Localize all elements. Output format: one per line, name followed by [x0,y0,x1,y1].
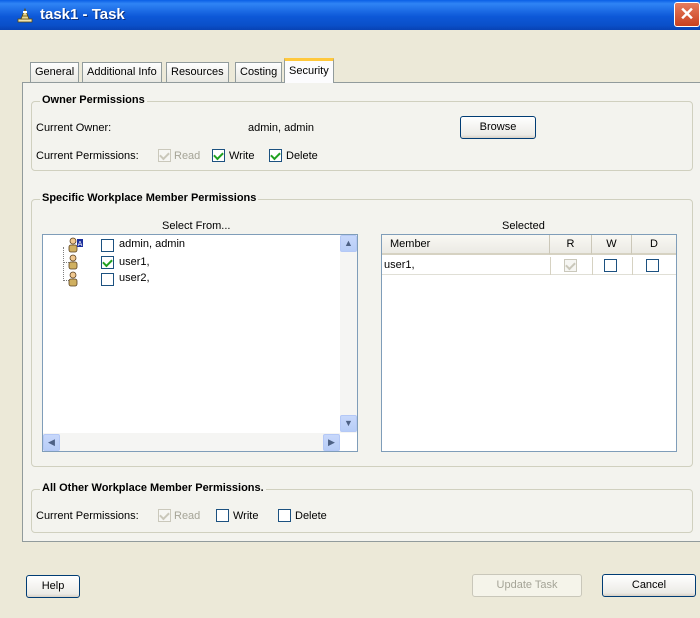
close-icon: ✕ [679,4,695,24]
horizontal-scrollbar[interactable] [43,433,340,451]
scroll-up-button[interactable]: ▲ [340,235,357,252]
tab-label: Additional Info [87,66,157,78]
member-checkbox-admin[interactable] [101,239,114,252]
column-header-delete[interactable]: D [632,235,676,255]
column-header-member[interactable]: Member [382,235,550,255]
vertical-scrollbar[interactable] [340,235,357,433]
browse-button[interactable]: Browse [460,116,536,139]
column-header-read[interactable]: R [550,235,592,255]
tab-general[interactable]: General [30,62,80,82]
other-delete-label: Delete [295,510,327,522]
tab-label: Security [289,65,329,77]
other-write-label: Write [233,510,259,522]
header-label: R [566,238,575,250]
permissions-label: Current Permissions: [36,510,139,522]
chevron-up-icon: ▲ [344,238,353,248]
group-title: All Other Workplace Member Permissions. [40,482,266,494]
close-button[interactable]: ✕ [674,2,700,27]
header-label: Member [390,238,431,250]
permissions-label: Current Permissions: [36,150,139,162]
button-label: Browse [479,121,517,133]
button-label: Cancel [631,579,667,591]
tab-costing[interactable]: Costing [235,62,283,82]
current-owner-label: Current Owner: [36,122,112,134]
owner-write-label: Write [229,150,255,162]
table-cell-member: user1, [384,259,415,271]
column-header-write[interactable]: W [592,235,632,255]
owner-read-checkbox[interactable] [158,149,171,162]
selected-table[interactable]: Member R W D user1, [381,234,677,452]
header-label: D [650,238,658,250]
row-write-checkbox[interactable] [604,259,617,272]
window-title: task1 - Task [40,6,125,23]
header-label: W [606,238,617,250]
scroll-right-button[interactable]: ▶ [323,434,340,451]
table-row[interactable]: user1, [382,257,676,275]
chevron-down-icon: ▼ [344,418,353,428]
scroll-down-button[interactable]: ▼ [340,415,357,432]
task-icon [17,7,33,23]
button-label: Update Task [496,579,558,591]
update-task-button[interactable]: Update Task [472,574,582,597]
other-write-checkbox[interactable] [216,509,229,522]
current-owner-value: admin, admin [248,122,315,134]
tab-resources[interactable]: Resources [166,62,229,82]
member-name: user1, [119,256,150,268]
tab-additional-info[interactable]: Additional Info [82,62,162,82]
security-panel: Owner Permissions Current Owner: admin, … [22,82,700,542]
owner-delete-label: Delete [286,150,318,162]
tab-label: General [35,66,75,78]
cancel-button[interactable]: Cancel [602,574,696,597]
user-admin-icon: A [68,237,83,253]
chevron-left-icon: ◀ [48,437,55,447]
scroll-left-button[interactable]: ◀ [43,434,60,451]
row-delete-checkbox[interactable] [646,259,659,272]
specific-permissions-group: Specific Workplace Member Permissions Se… [31,192,693,467]
user-icon [68,254,78,270]
row-read-checkbox[interactable] [564,259,577,272]
owner-permissions-group: Owner Permissions Current Owner: admin, … [31,94,693,171]
user-icon [68,271,78,287]
group-title: Specific Workplace Member Permissions [40,192,259,204]
title-bar[interactable]: task1 - Task ✕ [0,0,700,30]
owner-write-checkbox[interactable] [212,149,225,162]
other-read-label: Read [174,510,201,522]
other-delete-checkbox[interactable] [278,509,291,522]
chevron-right-icon: ▶ [328,437,335,447]
member-name: user2, [119,272,150,284]
selected-label: Selected [502,220,545,232]
owner-delete-checkbox[interactable] [269,149,282,162]
owner-read-label: Read [174,150,201,162]
tab-label: Resources [171,66,224,78]
help-button[interactable]: Help [26,575,80,598]
button-label: Help [41,580,65,592]
member-checkbox-user2[interactable] [101,273,114,286]
tab-security[interactable]: Security [284,58,334,83]
svg-text:A: A [78,241,83,248]
select-from-label: Select From... [162,220,231,232]
member-name: admin, admin [119,238,186,250]
other-read-checkbox[interactable] [158,509,171,522]
other-permissions-group: All Other Workplace Member Permissions. … [31,482,693,533]
group-title: Owner Permissions [40,94,147,106]
member-checkbox-user1[interactable] [101,256,114,269]
select-from-list[interactable]: A admin, admin user1, user2, ▲ ▼ ◀ ▶ [42,234,358,452]
tab-label: Costing [240,66,278,78]
